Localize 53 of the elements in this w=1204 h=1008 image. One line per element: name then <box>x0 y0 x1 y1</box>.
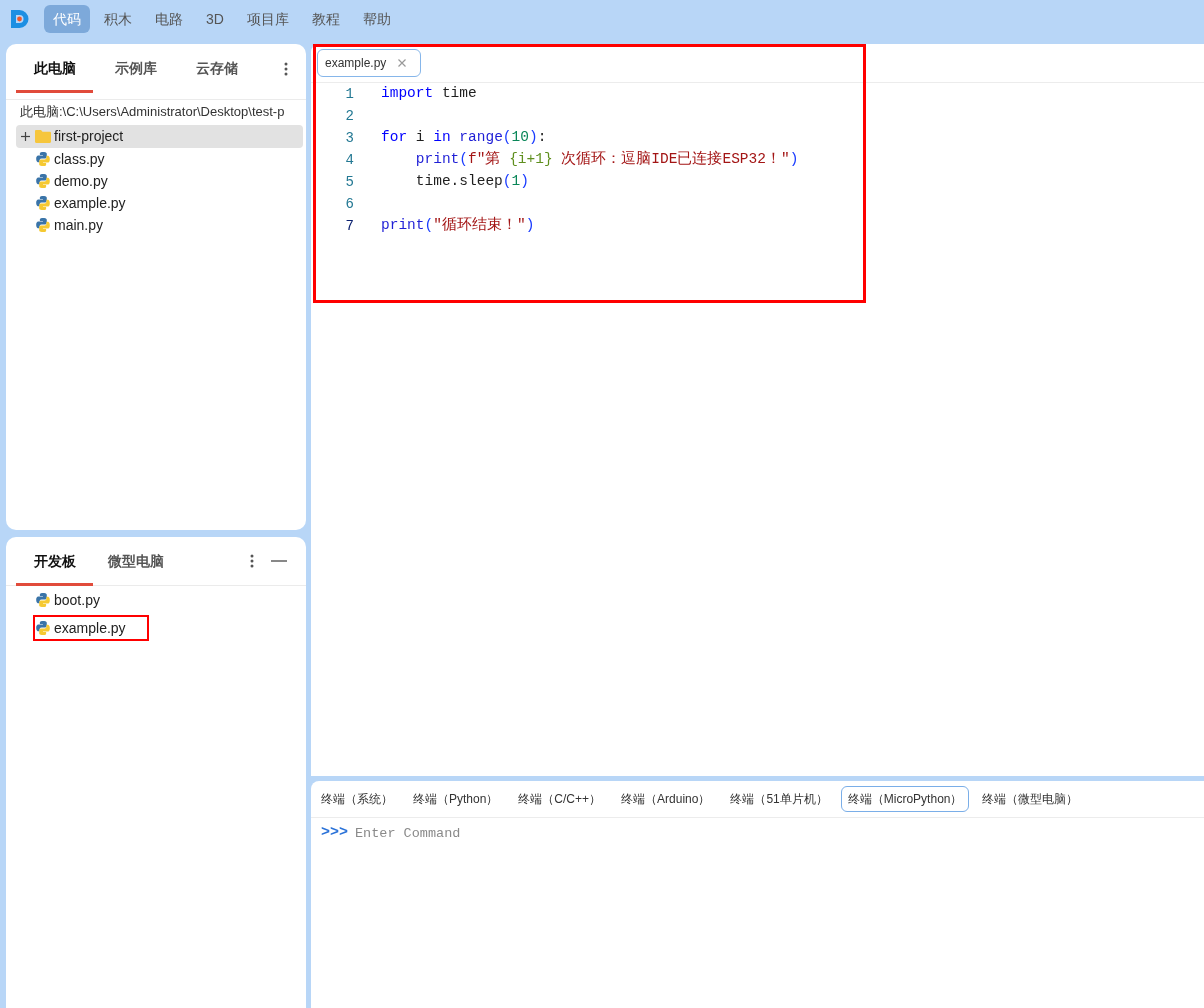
prompt-symbol: >>> <box>321 822 348 843</box>
file-item[interactable]: main.py <box>16 214 303 236</box>
line-number: 4 <box>344 150 354 170</box>
line-number: 3 <box>344 128 354 148</box>
terminal-tab[interactable]: 终端（Python） <box>406 786 506 812</box>
file-item[interactable]: boot.py <box>33 587 102 613</box>
more-icon[interactable] <box>250 553 254 568</box>
panel-tab[interactable]: 微型电脑 <box>97 537 174 586</box>
minimize-icon[interactable] <box>271 559 287 562</box>
terminal-tab[interactable]: 终端（微型电脑） <box>975 786 1086 812</box>
line-number: 1 <box>344 84 354 104</box>
menu-item[interactable]: 电路 <box>146 5 192 33</box>
panel-tab[interactable]: 云存储 <box>178 44 255 93</box>
code-line: print("循环结束！") <box>381 215 535 236</box>
python-file-icon <box>36 174 50 188</box>
python-file-icon <box>36 152 50 166</box>
code-line: import time <box>381 84 477 104</box>
panel-tab[interactable]: 示例库 <box>97 44 174 93</box>
menu-item[interactable]: 积木 <box>95 5 141 33</box>
plus-icon[interactable] <box>21 132 30 141</box>
python-file-icon <box>36 218 50 232</box>
python-file-icon <box>36 621 50 635</box>
terminal-tab[interactable]: 终端（系统） <box>314 786 400 812</box>
file-item[interactable]: demo.py <box>16 170 303 192</box>
command-input[interactable]: Enter Command <box>355 821 1204 845</box>
terminal-tab[interactable]: 终端（MicroPython） <box>840 786 970 812</box>
menu-item[interactable]: 3D <box>197 5 233 33</box>
line-number: 7 <box>344 216 354 236</box>
more-icon[interactable] <box>284 61 288 76</box>
line-number: 2 <box>344 106 354 126</box>
python-file-icon <box>36 196 50 210</box>
menu-item[interactable]: 项目库 <box>237 5 298 33</box>
folder-item[interactable]: first-project <box>16 125 303 148</box>
editor-tab[interactable]: example.py <box>317 49 422 77</box>
file-item[interactable]: class.py <box>16 148 303 170</box>
python-file-icon <box>36 593 50 607</box>
folder-icon <box>35 130 51 143</box>
line-number: 5 <box>344 172 354 192</box>
panel-tab[interactable]: 开发板 <box>16 537 93 586</box>
close-icon[interactable] <box>398 59 407 67</box>
code-line: print(f"第 {i+1} 次循环：逗脑IDE已连接ESP32！") <box>414 149 799 170</box>
path-text: 此电脑:\C:\Users\Administrator\Desktop\test-p <box>19 103 286 121</box>
terminal-tab[interactable]: 终端（C/C++） <box>511 786 609 812</box>
panel-tab[interactable]: 此电脑 <box>16 44 93 93</box>
terminal-tab[interactable]: 终端（51单片机） <box>723 786 835 812</box>
menu-item[interactable]: 教程 <box>302 5 349 33</box>
file-item[interactable]: example.py <box>16 192 303 214</box>
menu-item[interactable]: 帮助 <box>353 5 400 33</box>
file-item[interactable]: example.py <box>33 615 149 641</box>
terminal-tab[interactable]: 终端（Arduino） <box>614 786 718 812</box>
line-number: 6 <box>344 194 354 214</box>
code-line: time.sleep(1) <box>414 172 529 192</box>
code-line: for i in range(10): <box>381 128 547 148</box>
